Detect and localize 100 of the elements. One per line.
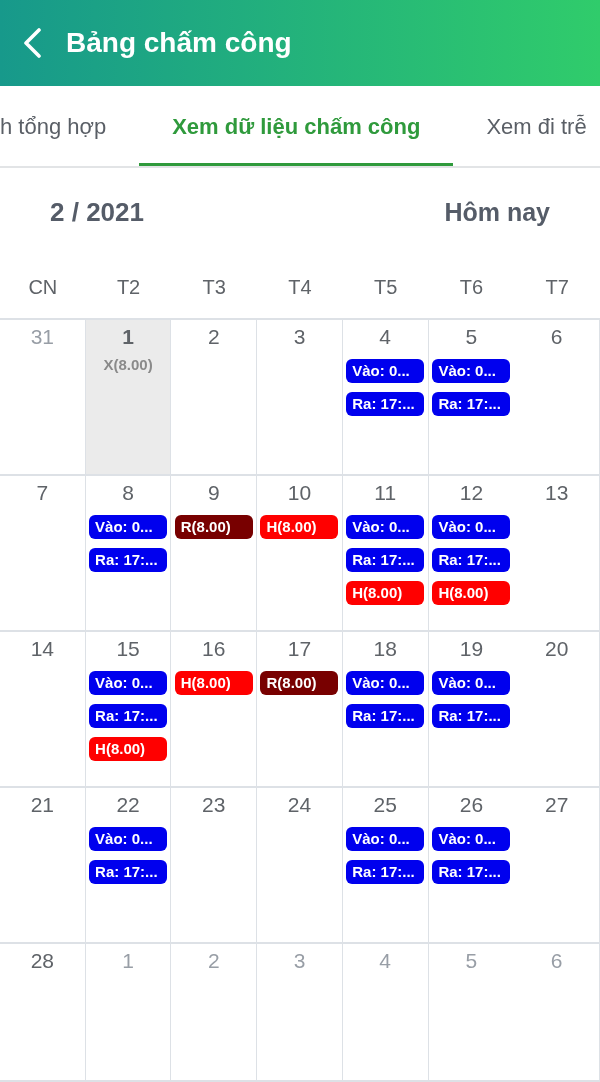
today-button[interactable]: Hôm nay — [444, 198, 550, 227]
event-chip[interactable]: Ra: 17:... — [346, 704, 425, 728]
day-cell[interactable]: 3 — [257, 320, 343, 476]
chevron-left-icon — [22, 28, 42, 58]
day-cell[interactable]: 15 Vào: 0... Ra: 17:... H(8.00) — [85, 632, 172, 788]
tab[interactable]: h tổng hợp — [0, 86, 140, 166]
day-number: 18 — [373, 636, 397, 662]
event-chip[interactable]: Ra: 17:... — [432, 548, 511, 572]
day-number: 15 — [116, 636, 140, 662]
day-number: 6 — [550, 948, 563, 974]
day-number: 5 — [465, 324, 478, 350]
day-number: 3 — [293, 324, 306, 350]
event-chip[interactable]: Vào: 0... — [346, 827, 425, 851]
day-cell[interactable]: 9 R(8.00) — [171, 476, 258, 632]
day-number: 31 — [30, 324, 55, 350]
event-chip[interactable]: Vào: 0... — [432, 827, 511, 851]
event-chip[interactable]: Ra: 17:... — [432, 392, 511, 416]
event-chip[interactable]: H(8.00) — [260, 515, 339, 539]
day-number: 6 — [550, 324, 563, 350]
event-chip[interactable]: R(8.00) — [260, 671, 339, 695]
weekday-label: T3 — [202, 276, 226, 299]
day-number: 12 — [459, 480, 484, 506]
day-cell[interactable]: 20 — [514, 632, 600, 788]
day-cell[interactable]: 6 — [514, 320, 600, 476]
day-number: 8 — [122, 480, 134, 506]
day-cell[interactable]: 11 Vào: 0... Ra: 17:... H(8.00) — [342, 476, 429, 632]
day-number: 9 — [207, 480, 220, 506]
day-cell[interactable]: 24 — [257, 788, 343, 944]
event-chip[interactable]: Ra: 17:... — [346, 548, 425, 572]
weekday-label: T6 — [459, 276, 484, 299]
day-cell[interactable]: 28 — [0, 944, 86, 1082]
day-cell[interactable]: 18 Vào: 0... Ra: 17:... — [342, 632, 429, 788]
day-number: 4 — [379, 948, 392, 974]
event-chip[interactable]: Vào: 0... — [432, 671, 511, 695]
day-cell[interactable]: 17 R(8.00) — [257, 632, 343, 788]
day-cell[interactable]: 10 H(8.00) — [257, 476, 343, 632]
day-number: 13 — [544, 480, 569, 506]
event-chip[interactable]: Vào: 0... — [346, 359, 425, 383]
day-cell[interactable]: 13 — [514, 476, 600, 632]
day-number: 19 — [459, 636, 484, 662]
weekday-label: CN — [28, 276, 58, 299]
day-number: 11 — [374, 480, 397, 506]
month-label: 2 / 2021 — [50, 197, 144, 228]
day-cell[interactable]: 1 X(8.00) — [85, 320, 172, 476]
weekday-label: T4 — [288, 276, 312, 299]
event-label: X(8.00) — [103, 355, 153, 375]
day-number: 24 — [287, 792, 312, 818]
tab[interactable]: Xem dữ liệu chấm công — [139, 86, 454, 166]
day-number: 16 — [202, 636, 226, 662]
event-chip[interactable]: Ra: 17:... — [432, 704, 511, 728]
day-number: 10 — [287, 480, 312, 506]
day-cell[interactable]: 8 Vào: 0... Ra: 17:... — [85, 476, 172, 632]
event-chip[interactable]: Vào: 0... — [89, 671, 168, 695]
screen-title: Bảng chấm công — [66, 27, 292, 59]
event-chip[interactable]: Ra: 17:... — [432, 860, 511, 884]
day-number: 3 — [293, 948, 306, 974]
event-chip[interactable]: R(8.00) — [174, 515, 253, 539]
day-number: 14 — [30, 636, 55, 662]
day-number: 7 — [36, 480, 49, 506]
weekday-label: T7 — [545, 276, 569, 299]
day-number: 20 — [544, 636, 569, 662]
event-chip[interactable]: Vào: 0... — [432, 359, 511, 383]
day-number: 2 — [207, 948, 220, 974]
day-cell[interactable]: 16 H(8.00) — [171, 632, 258, 788]
event-chip[interactable]: Ra: 17:... — [89, 548, 168, 572]
day-cell[interactable]: 23 — [171, 788, 258, 944]
day-number: 28 — [30, 948, 55, 974]
day-cell[interactable]: 7 — [0, 476, 86, 632]
event-chip[interactable]: Ra: 17:... — [346, 860, 425, 884]
day-cell[interactable]: 2 — [171, 320, 258, 476]
day-cell[interactable]: 21 — [0, 788, 86, 944]
day-cell[interactable]: 27 — [514, 788, 600, 944]
day-number: 27 — [544, 792, 569, 818]
day-cell[interactable]: 4 Vào: 0... Ra: 17:... — [342, 320, 429, 476]
event-chip[interactable]: H(8.00) — [89, 737, 168, 761]
day-number: 1 — [122, 948, 134, 974]
event-chip[interactable]: Ra: 17:... — [89, 860, 168, 884]
event-chip[interactable]: Ra: 17:... — [346, 392, 425, 416]
day-cell[interactable]: 14 — [0, 632, 86, 788]
event-chip[interactable]: Ra: 17:... — [89, 704, 168, 728]
weekday-label: T5 — [374, 276, 398, 299]
event-chip[interactable]: H(8.00) — [346, 581, 425, 605]
event-chip[interactable]: Vào: 0... — [346, 515, 425, 539]
weekday-label: T2 — [116, 276, 141, 299]
day-number: 23 — [202, 792, 226, 818]
event-chip[interactable]: Vào: 0... — [89, 515, 168, 539]
day-number: 4 — [379, 324, 392, 350]
event-chip[interactable]: H(8.00) — [174, 671, 253, 695]
day-number: 25 — [373, 792, 397, 818]
event-chip[interactable]: Vào: 0... — [89, 827, 168, 851]
tab[interactable]: Xem đi trễ — [453, 86, 600, 166]
day-number: 2 — [207, 324, 220, 350]
day-cell[interactable]: 25 Vào: 0... Ra: 17:... — [342, 788, 429, 944]
day-cell[interactable]: 22 Vào: 0... Ra: 17:... — [85, 788, 172, 944]
day-number: 17 — [287, 636, 312, 662]
event-chip[interactable]: H(8.00) — [432, 581, 511, 605]
event-chip[interactable]: Vào: 0... — [346, 671, 425, 695]
day-number: 26 — [459, 792, 484, 818]
event-chip[interactable]: Vào: 0... — [432, 515, 511, 539]
day-number: 22 — [116, 792, 140, 818]
